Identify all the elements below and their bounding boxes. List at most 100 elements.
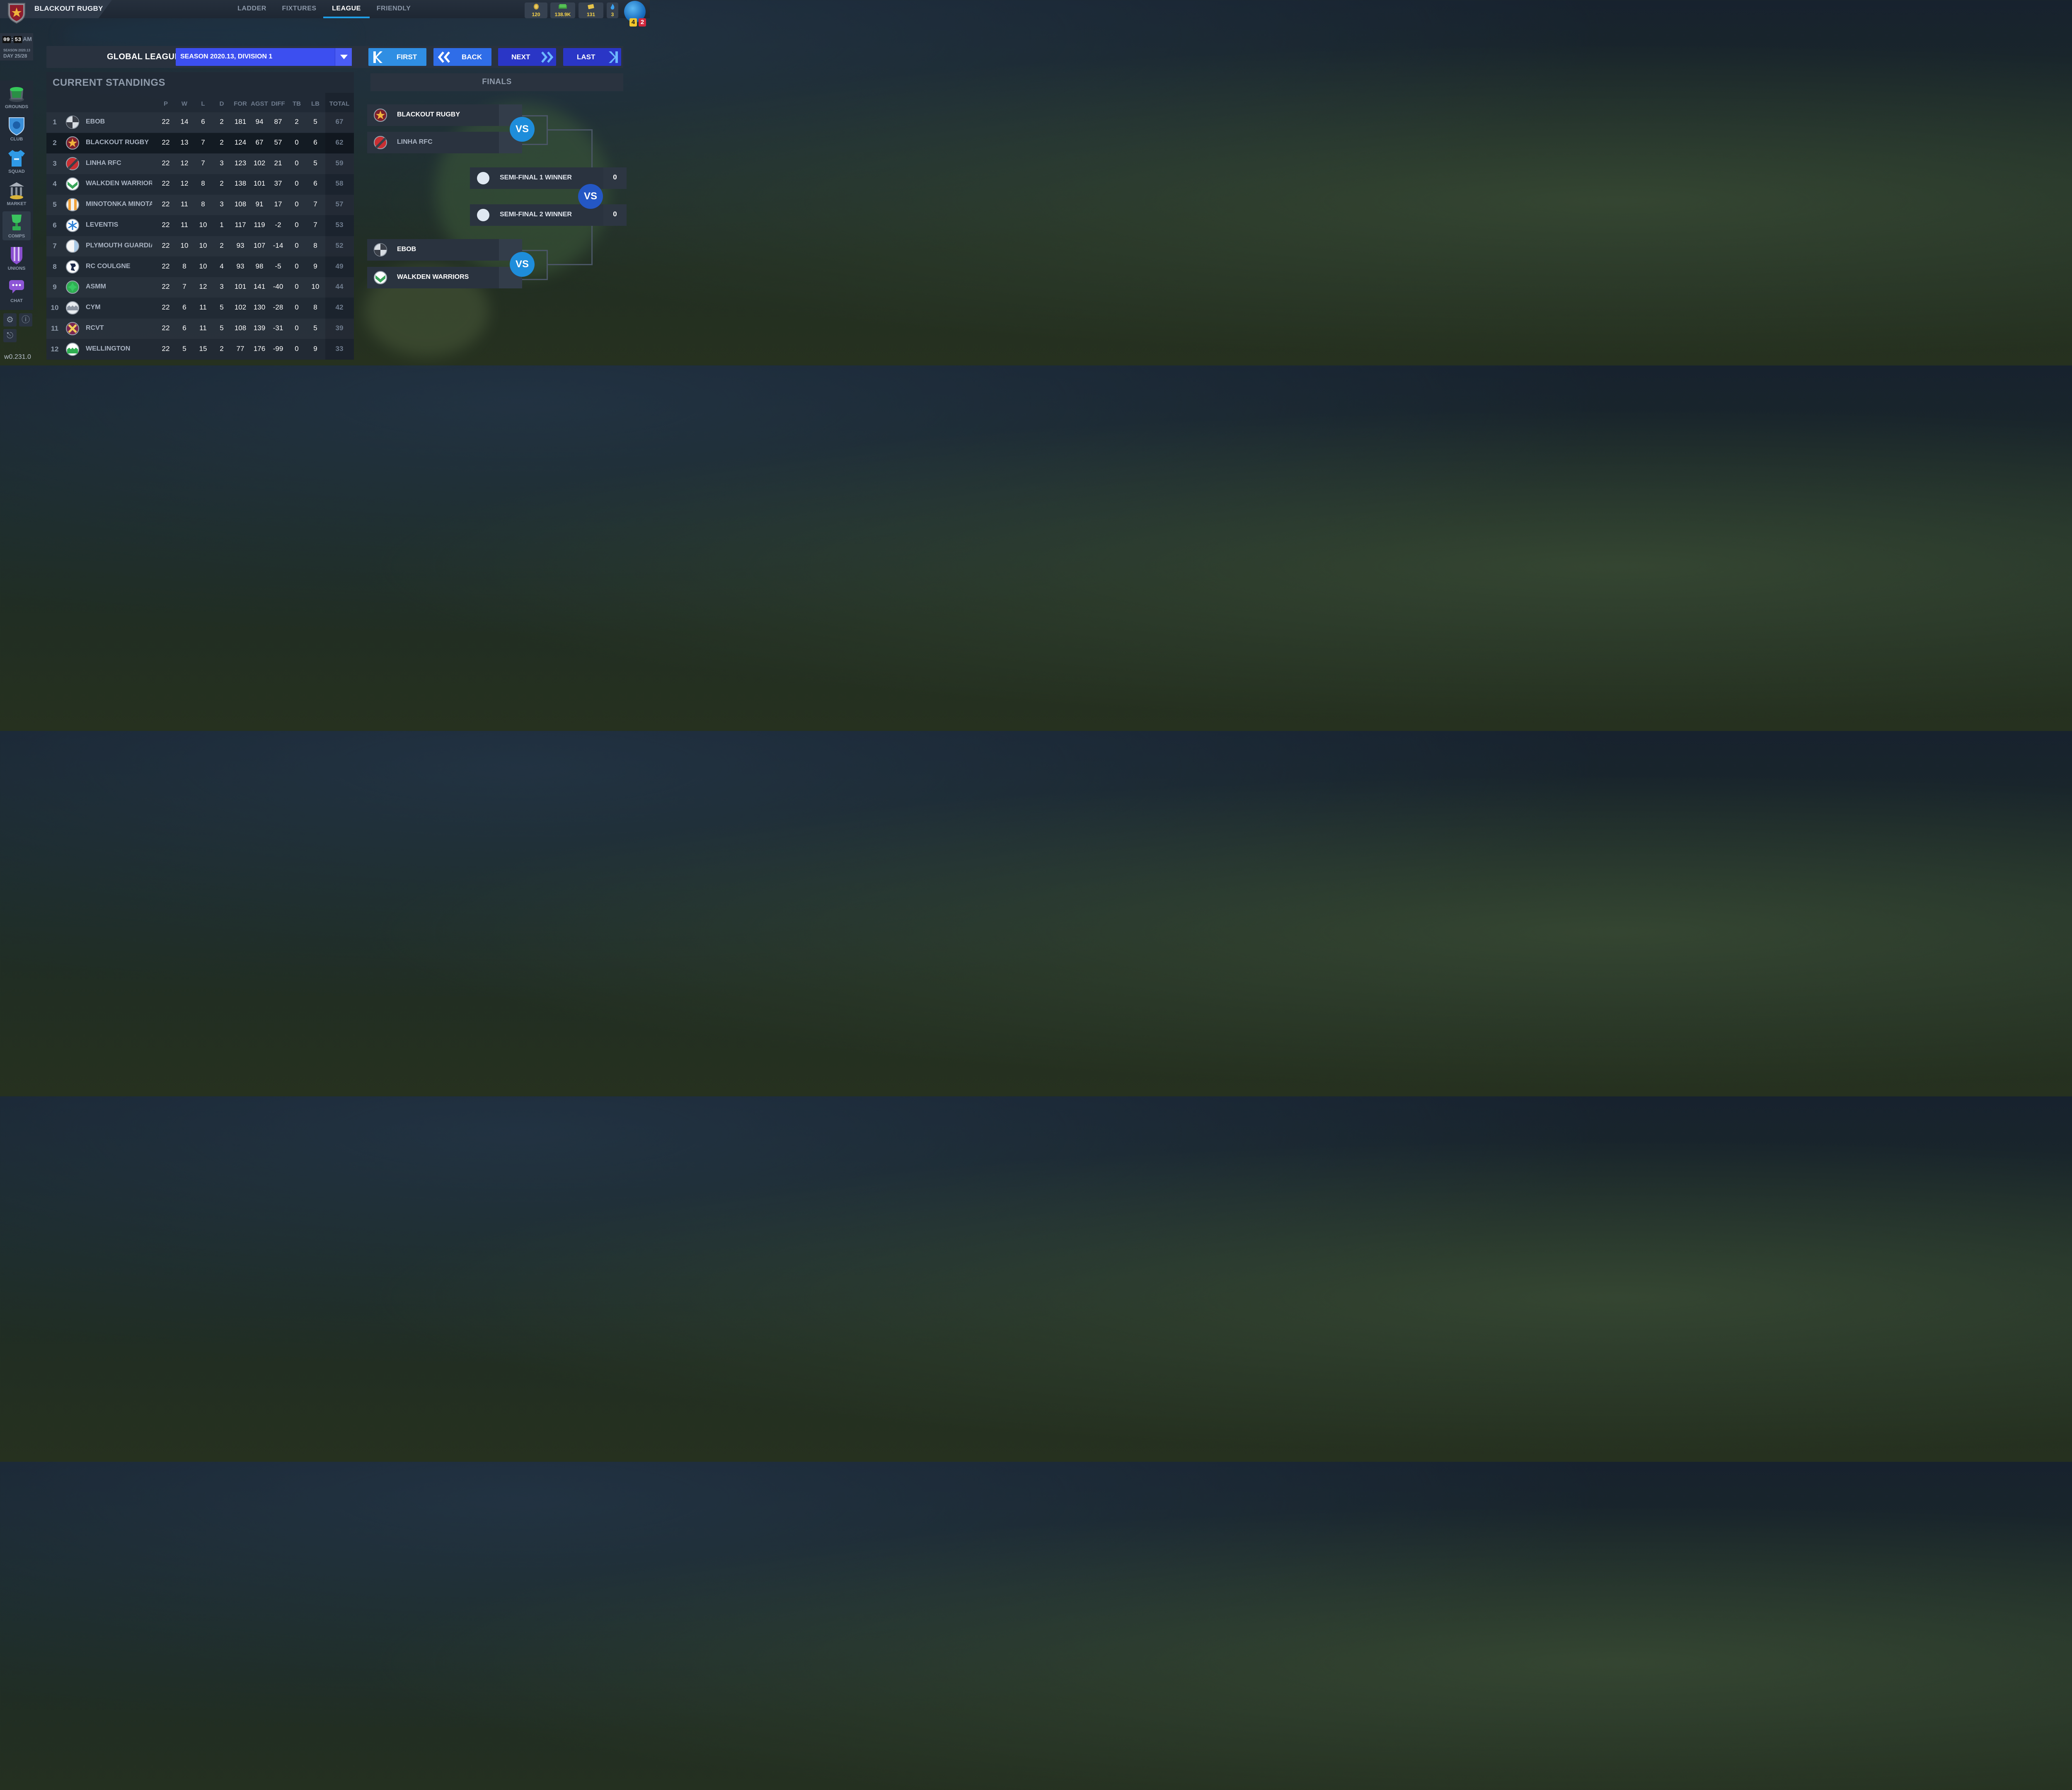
semi2-home-team[interactable]: EBOB xyxy=(367,239,522,261)
cell-lb: 8 xyxy=(313,241,317,249)
team-name-cell[interactable]: WELLINGTON xyxy=(86,345,152,353)
double-chevron-left-icon xyxy=(438,51,450,63)
cell-agst: 101 xyxy=(253,179,266,188)
cell-l: 10 xyxy=(199,241,207,249)
column-header-for[interactable]: FOR xyxy=(230,100,251,107)
column-header-diff[interactable]: DIFF xyxy=(268,100,288,107)
team-logo-icon xyxy=(66,219,79,232)
team-name-cell[interactable]: LINHA RFC xyxy=(86,160,152,167)
team-name-cell[interactable]: CYM xyxy=(86,304,152,311)
column-header-l[interactable]: L xyxy=(193,100,213,107)
cell-total: 58 xyxy=(335,179,344,188)
team-name-cell[interactable]: WALKDEN WARRIORS xyxy=(86,180,152,187)
cash-balance[interactable]: 138.9K xyxy=(550,2,575,18)
last-button[interactable]: LAST xyxy=(563,48,621,66)
clock-minutes: 53 xyxy=(14,36,22,43)
flame-balance[interactable]: 3 xyxy=(607,2,618,18)
sidebar-item-grounds[interactable]: GROUNDS xyxy=(2,82,31,111)
season-dropdown[interactable]: SEASON 2020.13, DIVISION 1 xyxy=(176,48,352,66)
cell-tb: 0 xyxy=(295,324,299,332)
final-away-team[interactable]: SEMI-FINAL 2 WINNER 0 xyxy=(470,204,627,226)
table-row[interactable]: 10 CYM 22 6 11 5 102 130 -28 0 8 42 xyxy=(46,298,354,318)
tab-friendly[interactable]: FRIENDLY xyxy=(370,0,417,18)
cell-l: 8 xyxy=(201,200,205,208)
column-header-d[interactable]: D xyxy=(211,100,232,107)
back-button-label: BACK xyxy=(462,53,482,61)
first-button[interactable]: FIRST xyxy=(368,48,426,66)
team-logo-diagonal-icon xyxy=(374,136,387,149)
main-tabs: LADDER FIXTURES LEAGUE FRIENDLY xyxy=(229,0,418,18)
cell-p: 22 xyxy=(162,324,170,332)
table-row[interactable]: 5 MINOTONKA MINOTA 22 11 8 3 108 91 17 0 7 57 xyxy=(46,195,354,215)
table-row[interactable]: 12 WELLINGTON 22 5 15 2 77 176 -99 0 9 33 xyxy=(46,339,354,360)
cell-agst: 98 xyxy=(255,262,264,270)
cell-w: 7 xyxy=(182,283,186,291)
table-row[interactable]: 2 BLACKOUT RUGBY 22 13 7 2 124 67 57 0 6 62 xyxy=(46,133,354,153)
cell-tb: 0 xyxy=(295,344,299,353)
tab-ladder[interactable]: LADDER xyxy=(229,0,275,18)
jersey-icon xyxy=(8,150,25,167)
bracket-line xyxy=(547,129,593,169)
cell-agst: 176 xyxy=(253,344,266,353)
column-header-tb[interactable]: TB xyxy=(286,100,307,107)
cell-agst: 107 xyxy=(253,241,266,249)
back-button[interactable]: BACK xyxy=(433,48,491,66)
final-away-score-box: 0 xyxy=(603,204,627,226)
table-row[interactable]: 11 RCVT 22 6 11 5 108 139 -31 0 5 39 xyxy=(46,319,354,339)
table-row[interactable]: 9 ASMM 22 7 12 3 101 141 -40 0 10 44 xyxy=(46,277,354,298)
next-button[interactable]: NEXT xyxy=(498,48,556,66)
team-name-cell[interactable]: RCVT xyxy=(86,324,152,332)
tab-fixtures[interactable]: FIXTURES xyxy=(276,0,322,18)
final-home-score-box: 0 xyxy=(603,167,627,189)
info-icon[interactable]: ⓘ xyxy=(19,313,32,327)
team-logo-icon xyxy=(66,239,79,253)
logout-icon[interactable]: ⎋ xyxy=(3,329,17,342)
table-row[interactable]: 3 LINHA RFC 22 12 7 3 123 102 21 0 5 59 xyxy=(46,154,354,174)
tab-league[interactable]: LEAGUE xyxy=(323,0,370,18)
column-header-total[interactable]: TOTAL xyxy=(329,100,350,107)
coin-balance[interactable]: 120 xyxy=(525,2,547,18)
team-name-cell[interactable]: MINOTONKA MINOTA xyxy=(86,201,152,208)
cell-total: 39 xyxy=(335,324,344,332)
table-row[interactable]: 7 PLYMOUTH GUARDIA 22 10 10 2 93 107 -14 0 8 52 xyxy=(46,236,354,256)
table-row[interactable]: 6 LEVENTIS 22 11 10 1 117 119 -2 0 7 53 xyxy=(46,215,354,236)
team-name-cell[interactable]: EBOB xyxy=(86,118,152,126)
cell-w: 8 xyxy=(182,262,186,270)
cell-tb: 0 xyxy=(295,138,299,146)
table-row[interactable]: 1 EBOB 22 14 6 2 181 94 87 2 5 67 xyxy=(46,112,354,133)
column-header-lb[interactable]: LB xyxy=(305,100,326,107)
clock-time: 09:53 AM xyxy=(2,36,32,43)
ticket-balance[interactable]: 131 xyxy=(579,2,603,18)
sidebar-item-club[interactable]: CLUB xyxy=(2,114,31,143)
semi2-away-team[interactable]: WALKDEN WARRIORS xyxy=(367,267,522,288)
final-home-name: SEMI-FINAL 1 WINNER xyxy=(500,174,572,181)
semi2-away-name: WALKDEN WARRIORS xyxy=(397,273,469,281)
sidebar-item-chat[interactable]: CHAT xyxy=(2,276,31,305)
semi1-away-team[interactable]: LINHA RFC xyxy=(367,132,522,153)
team-name[interactable]: BLACKOUT RUGBY xyxy=(34,5,103,13)
team-name-cell[interactable]: PLYMOUTH GUARDIA xyxy=(86,242,152,249)
team-name-cell[interactable]: BLACKOUT RUGBY xyxy=(86,139,152,146)
team-name-cell[interactable]: RC COULGNE xyxy=(86,263,152,270)
last-button-label: LAST xyxy=(577,53,595,61)
column-header-p[interactable]: P xyxy=(155,100,176,107)
sidebar-item-market[interactable]: MARKET xyxy=(2,179,31,208)
cell-w: 12 xyxy=(180,159,189,167)
semi1-home-team[interactable]: BLACKOUT RUGBY xyxy=(367,104,522,126)
gear-icon[interactable]: ⚙ xyxy=(3,313,17,327)
cell-lb: 7 xyxy=(313,221,317,229)
club-crest-icon[interactable] xyxy=(6,1,27,24)
sidebar-item-squad[interactable]: SQUAD xyxy=(2,147,31,176)
chevron-down-icon[interactable] xyxy=(335,48,352,66)
cell-lb: 9 xyxy=(313,262,317,270)
sidebar-item-unions[interactable]: UNIONS xyxy=(2,244,31,273)
team-name-cell[interactable]: LEVENTIS xyxy=(86,221,152,229)
cash-value: 138.9K xyxy=(554,12,571,17)
column-header-agst[interactable]: AGST xyxy=(249,100,270,107)
sidebar-item-comps[interactable]: COMPS xyxy=(2,211,31,240)
column-header-w[interactable]: W xyxy=(174,100,195,107)
game-clock: 09:53 AM SEASON 2020.13 DAY 25/28 xyxy=(0,33,33,60)
table-row[interactable]: 4 WALKDEN WARRIORS 22 12 8 2 138 101 37 0 6 58 xyxy=(46,174,354,194)
table-row[interactable]: 8 RC COULGNE 22 8 10 4 93 98 -5 0 9 49 xyxy=(46,257,354,277)
team-name-cell[interactable]: ASMM xyxy=(86,283,152,290)
